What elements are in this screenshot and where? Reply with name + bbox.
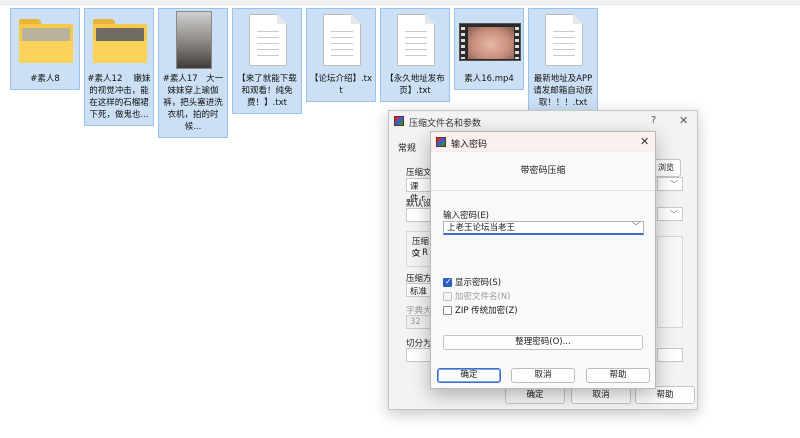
help-icon[interactable]: ? xyxy=(651,115,656,126)
chevron-down-icon: ﹀ xyxy=(670,210,678,219)
archive-window-title: 压缩文件名和参数 xyxy=(409,119,482,129)
text-file-icon xyxy=(307,9,375,71)
password-label: 输入密码(E) xyxy=(443,211,490,221)
file-item-folder-suren17[interactable]: #素人17 大一妹妹穿上瑜伽裤，把头塞进洗衣机，拍的时候... xyxy=(158,8,228,138)
password-input[interactable]: 上老王论坛当老王 ﹀ xyxy=(443,221,644,235)
file-name: 【来了就能下载和观看！纯免费！】.txt xyxy=(237,74,297,108)
organize-passwords-button[interactable]: 整理密码(O)... xyxy=(443,335,643,350)
close-icon[interactable]: ✕ xyxy=(640,135,649,148)
chevron-down-icon[interactable]: ﹀ xyxy=(632,222,640,232)
password-titlebar[interactable]: 输入密码 ✕ xyxy=(431,132,655,152)
archive-name-dropdown[interactable]: ﹀ xyxy=(657,177,683,191)
file-name: 【论坛介绍】.txt xyxy=(309,74,373,96)
file-name: #素人8 xyxy=(30,74,60,84)
split-unit-select[interactable] xyxy=(657,348,683,362)
close-icon[interactable]: ✕ xyxy=(679,114,688,127)
password-ok-button[interactable]: 确定 xyxy=(437,368,501,383)
winrar-app-icon xyxy=(394,116,404,126)
format-option-label: R xyxy=(422,248,429,258)
folder-icon xyxy=(85,9,153,71)
password-value: 上老王论坛当老王 xyxy=(447,223,516,233)
text-file-icon xyxy=(233,9,301,71)
photo-thumbnail-icon xyxy=(159,9,227,71)
file-item-txt-forum[interactable]: 【论坛介绍】.txt xyxy=(306,8,376,102)
file-name: 素人16.mp4 xyxy=(464,74,514,84)
password-help-button[interactable]: 帮助 xyxy=(586,368,650,383)
archive-name-label: 压缩文 xyxy=(406,168,432,178)
file-name: 最新地址及APP请发邮箱自动获取！！！.txt xyxy=(533,74,593,108)
zip-legacy-encryption-label: ZIP 传统加密(Z) xyxy=(455,306,518,316)
file-item-folder-suren8[interactable]: #素人8 xyxy=(10,8,80,90)
options-group xyxy=(657,236,683,328)
text-file-icon xyxy=(381,9,449,71)
password-cancel-button[interactable]: 取消 xyxy=(511,368,575,383)
password-heading: 带密码压缩 xyxy=(520,166,566,176)
password-dialog-title: 输入密码 xyxy=(451,140,488,150)
video-thumbnail-icon xyxy=(455,9,523,71)
file-item-txt-address[interactable]: 【永久地址发布页】.txt xyxy=(380,8,450,102)
explorer-top-strip xyxy=(0,0,800,5)
show-password-label: 显示密码(S) xyxy=(455,278,502,288)
profile-dropdown[interactable]: ﹀ xyxy=(657,207,683,221)
format-radio[interactable]: ○ R xyxy=(412,248,428,258)
file-name: 【永久地址发布页】.txt xyxy=(385,74,445,96)
folder-icon xyxy=(11,9,79,71)
file-name: #素人17 大一妹妹穿上瑜伽裤，把头塞进洗衣机，拍的时候... xyxy=(162,74,224,132)
winrar-app-icon xyxy=(436,137,446,147)
checkbox-checked-icon xyxy=(443,277,452,287)
archive-titlebar[interactable]: 压缩文件名和参数 ? ✕ xyxy=(389,111,697,133)
file-item-txt-free[interactable]: 【来了就能下载和观看！纯免费！】.txt xyxy=(232,8,302,114)
divider xyxy=(431,190,655,191)
tab-general[interactable]: 常规 xyxy=(398,141,416,154)
checkbox-unchecked-icon xyxy=(443,306,452,315)
text-file-icon xyxy=(529,9,597,71)
encrypt-filenames-label: 加密文件名(N) xyxy=(455,292,511,302)
file-item-video[interactable]: 素人16.mp4 xyxy=(454,8,524,90)
chevron-down-icon: ﹀ xyxy=(670,180,678,189)
password-dialog: 输入密码 ✕ 带密码压缩 输入密码(E) 上老王论坛当老王 ﹀ 显示密码(S) … xyxy=(430,131,656,389)
file-item-folder-suren12[interactable]: #素人12 嫩妹的视觉冲击，能在这样的石榴裙下死，做鬼也... xyxy=(84,8,154,126)
checkbox-disabled-icon xyxy=(443,292,452,301)
file-name: #素人12 嫩妹的视觉冲击，能在这样的石榴裙下死，做鬼也... xyxy=(87,74,151,120)
file-item-txt-app[interactable]: 最新地址及APP请发邮箱自动获取！！！.txt xyxy=(528,8,598,114)
